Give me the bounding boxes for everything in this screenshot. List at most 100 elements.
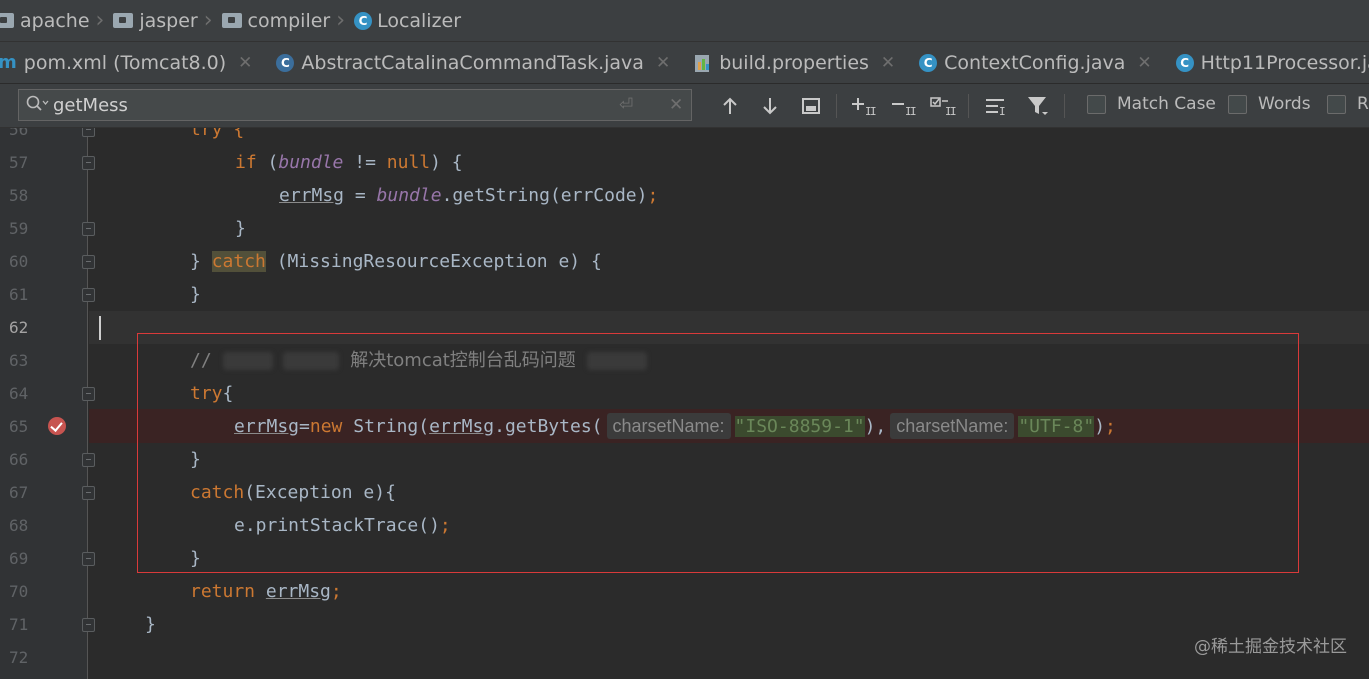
clear-icon[interactable]: ✕: [669, 95, 683, 115]
keyword-highlighted: catch: [211, 251, 266, 272]
class-icon: C: [354, 11, 373, 30]
code-text: }: [145, 614, 156, 635]
line-number: 72: [9, 648, 29, 667]
find-all-button[interactable]: [798, 93, 824, 119]
words-checkbox[interactable]: Words: [1228, 94, 1311, 114]
keyword: return: [190, 581, 256, 602]
filter-icon[interactable]: [1024, 93, 1052, 119]
previous-occurrence-button[interactable]: [718, 93, 742, 119]
tab-build-properties[interactable]: build.properties ✕: [694, 42, 905, 83]
newline-icon[interactable]: ⏎: [619, 95, 633, 115]
code-line: 58 errMsg = bundle.getString(errCode);: [0, 179, 1369, 212]
tab-label: AbstractCatalinaCommandTask.java: [301, 51, 644, 74]
words-label: Words: [1258, 94, 1311, 114]
maven-icon: m: [0, 52, 17, 73]
text-caret: [99, 316, 101, 340]
regex-label: R: [1357, 94, 1369, 114]
semicolon: ;: [330, 581, 342, 602]
code-editor[interactable]: 56 try { 57 if (bundle != null) { 58 err…: [0, 128, 1369, 679]
tab-abstract-catalina[interactable]: C AbstractCatalinaCommandTask.java ✕: [276, 42, 680, 83]
fold-icon[interactable]: [82, 618, 95, 632]
line-number: 61: [9, 285, 29, 304]
keyword: if: [235, 152, 257, 173]
code-text: }: [190, 284, 201, 305]
fold-icon[interactable]: [82, 288, 95, 302]
variable-token: errMsg: [279, 185, 345, 206]
svg-text:I: I: [999, 105, 1006, 117]
code-token: !=: [343, 152, 387, 173]
code-token: }: [190, 251, 212, 272]
breadcrumb-item-apache[interactable]: apache ›: [0, 0, 113, 42]
line-number: 60: [9, 252, 29, 271]
class-icon: C: [1175, 53, 1194, 72]
keyword: null: [386, 152, 431, 173]
fold-icon[interactable]: [82, 486, 95, 500]
chevron-right-icon: ›: [203, 8, 213, 33]
close-icon[interactable]: ✕: [238, 53, 252, 73]
close-icon[interactable]: ✕: [656, 53, 670, 73]
class-icon: C: [919, 53, 938, 72]
line-number: 71: [9, 615, 29, 634]
line-number: 67: [9, 483, 29, 502]
code-text: return errMsg;: [190, 575, 342, 608]
line-number: 65: [9, 417, 29, 436]
code-line: 71 }: [0, 608, 1369, 641]
fold-icon[interactable]: [82, 222, 95, 236]
folder-icon: [113, 13, 134, 28]
code-token: (: [256, 152, 279, 173]
breadcrumb-item-localizer[interactable]: C Localizer: [354, 0, 461, 42]
code-line: 61 }: [0, 278, 1369, 311]
tab-label: build.properties: [719, 51, 869, 74]
folder-icon: [0, 13, 14, 28]
fold-icon[interactable]: [82, 128, 95, 137]
watermark: @稀土掘金技术社区: [1194, 637, 1347, 657]
breadcrumb-label: Localizer: [377, 9, 462, 32]
close-icon[interactable]: ✕: [881, 53, 895, 73]
next-occurrence-button[interactable]: [758, 93, 782, 119]
fold-icon[interactable]: [82, 552, 95, 566]
select-all-occurrences-button[interactable]: II: [928, 93, 958, 119]
code-token: .getString(errCode): [441, 185, 648, 206]
tab-label: Http11Processor.java: [1200, 51, 1369, 74]
checkbox-box[interactable]: [1228, 94, 1247, 114]
toolbar-divider: [968, 94, 969, 118]
search-field[interactable]: ⏎ ✕: [18, 89, 692, 121]
folder-icon: [221, 13, 242, 28]
line-number: 64: [9, 384, 29, 403]
line-number: 68: [9, 516, 29, 535]
breadcrumb-item-jasper[interactable]: jasper ›: [113, 0, 221, 42]
breadcrumb-item-compiler[interactable]: compiler ›: [221, 0, 355, 42]
code-token: =: [344, 185, 377, 206]
fold-icon[interactable]: [82, 255, 95, 269]
breakpoint-icon[interactable]: [48, 417, 66, 435]
fold-icon[interactable]: [82, 453, 95, 467]
search-icon[interactable]: [25, 94, 49, 116]
match-case-checkbox[interactable]: Match Case: [1087, 94, 1216, 114]
checkbox-box[interactable]: [1327, 94, 1346, 114]
code-line: 72: [0, 641, 1369, 674]
find-bar: ⏎ ✕ II II II I Match Case Words R: [0, 84, 1369, 128]
chevron-right-icon: ›: [95, 8, 105, 33]
add-occurrence-button[interactable]: II: [848, 93, 878, 119]
fold-icon[interactable]: [82, 156, 95, 170]
regex-checkbox[interactable]: R: [1327, 94, 1369, 114]
fold-icon[interactable]: [82, 387, 95, 401]
code-text: try {: [190, 128, 245, 140]
code-line: 57 if (bundle != null) {: [0, 146, 1369, 179]
checkbox-box[interactable]: [1087, 94, 1106, 114]
breadcrumb-label: jasper: [139, 9, 198, 32]
line-number: 70: [9, 582, 29, 601]
remove-occurrence-button[interactable]: II: [888, 93, 918, 119]
annotation-box: [137, 333, 1299, 573]
show-filter-popup-button[interactable]: I: [982, 93, 1010, 119]
breadcrumb-label: compiler: [247, 9, 331, 32]
search-input[interactable]: [53, 94, 593, 116]
tab-pom-xml[interactable]: m pom.xml (Tomcat8.0) ✕: [0, 42, 262, 83]
tab-context-config[interactable]: C ContextConfig.java ✕: [919, 42, 1162, 83]
code-token: (MissingResourceException e) {: [265, 251, 602, 272]
close-icon[interactable]: ✕: [1137, 53, 1151, 73]
tab-http11-processor[interactable]: C Http11Processor.java: [1175, 42, 1369, 83]
field-token: bundle: [278, 152, 344, 173]
code-text: errMsg = bundle.getString(errCode);: [279, 179, 658, 212]
svg-text:I: I: [910, 105, 917, 117]
